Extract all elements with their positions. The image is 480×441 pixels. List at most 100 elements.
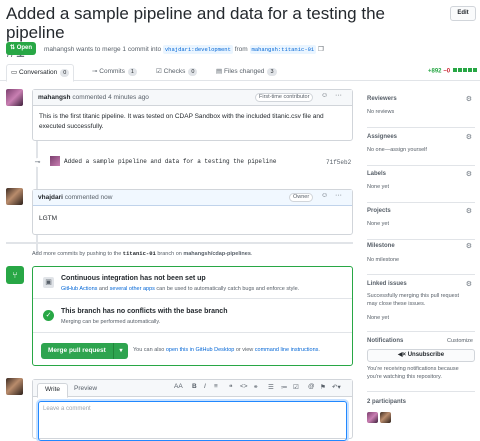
linked-line2: may close these issues. <box>367 301 426 307</box>
milestone-value: No milestone <box>367 257 400 263</box>
reviewers-title[interactable]: Reviewers <box>367 96 397 102</box>
tab-files-label: Files changed <box>223 68 265 75</box>
commit-node-icon: ⊸ <box>33 158 42 167</box>
timeline-divider <box>6 242 353 244</box>
conflict-title: This branch has no conflicts with the ba… <box>61 308 228 315</box>
hint-suffix: . <box>318 347 320 353</box>
sidebar-assignees: Assignees ⚙ No one—assign yourself <box>367 134 475 166</box>
gear-icon[interactable]: ⚙ <box>466 95 472 103</box>
comment-time[interactable]: commented 4 minutes ago <box>72 94 149 101</box>
avatar[interactable] <box>6 188 23 205</box>
push-note: Add more commits by pushing to the titan… <box>32 250 252 257</box>
more-options-icon[interactable]: ··· <box>335 192 342 199</box>
head-branch[interactable]: mahangsh:titanic-01 <box>249 45 317 54</box>
reference-icon[interactable]: ⚑ <box>320 383 326 391</box>
gear-icon[interactable]: ⚙ <box>466 280 472 288</box>
link-icon[interactable]: ⚭ <box>253 383 258 391</box>
sidebar-notifications: You're receiving notifications because y… <box>367 364 475 392</box>
projects-value: None yet <box>367 221 390 227</box>
notifications-title: Notifications <box>367 338 404 344</box>
commit-avatar[interactable] <box>50 156 60 166</box>
participant-avatar[interactable] <box>380 412 391 423</box>
gear-icon[interactable]: ⚙ <box>466 133 472 141</box>
code-icon[interactable]: <> <box>240 383 248 390</box>
avatar[interactable] <box>6 89 23 106</box>
mention-icon[interactable]: @ <box>308 383 315 390</box>
bold-icon[interactable]: B <box>192 383 197 390</box>
unordered-list-icon[interactable]: ☰ <box>268 383 274 391</box>
milestone-title[interactable]: Milestone <box>367 243 395 249</box>
other-apps-link[interactable]: several other apps <box>110 286 155 292</box>
checks-icon: ☑ <box>156 68 164 75</box>
ci-sub-text: can be used to automatically catch bugs … <box>156 286 300 292</box>
tab-commits-label: Commits <box>99 68 125 75</box>
command-line-link[interactable]: command line instructions <box>255 347 319 353</box>
tab-files-changed[interactable]: ▤ Files changed 3 <box>216 64 277 82</box>
assignees-value[interactable]: No one—assign yourself <box>367 147 427 153</box>
linked-line1: Successfully merging this pull request <box>367 293 460 299</box>
tab-commits-count: 1 <box>127 68 137 76</box>
merge-dropdown-icon[interactable]: ▾ <box>113 343 128 359</box>
add-reaction-icon[interactable]: ☺ <box>321 192 328 199</box>
more-options-icon[interactable]: ··· <box>335 92 342 99</box>
tab-write[interactable]: Write <box>37 383 69 398</box>
gear-icon[interactable]: ⚙ <box>466 242 472 250</box>
tab-conversation-count: 0 <box>60 69 70 77</box>
assignees-title[interactable]: Assignees <box>367 134 397 140</box>
unsubscribe-button[interactable]: ◀× Unsubscribe <box>367 349 475 362</box>
reply-icon[interactable]: ↶▾ <box>332 383 341 391</box>
notif-line1: You're receiving notifications because <box>367 366 459 372</box>
participant-avatar[interactable] <box>367 412 378 423</box>
unsubscribe-label: Unsubscribe <box>407 352 445 358</box>
labels-title[interactable]: Labels <box>367 171 386 177</box>
tab-checks-count: 0 <box>188 68 198 76</box>
push-branch: titanic-01 <box>122 250 156 257</box>
add-reaction-icon[interactable]: ☺ <box>321 92 328 99</box>
edit-button[interactable]: Edit <box>450 6 476 21</box>
pr-tabs: ▭ Conversation 0 ⊸ Commits 1 ☑ Checks 0 ▤ F… <box>0 64 480 82</box>
ci-title: Continuous integration has not been set … <box>61 275 206 282</box>
projects-title[interactable]: Projects <box>367 208 391 214</box>
open-desktop-link[interactable]: open this in GitHub Desktop <box>166 347 234 353</box>
gear-icon[interactable]: ⚙ <box>466 207 472 215</box>
sidebar-participants: 2 participants <box>367 399 475 429</box>
task-list-icon[interactable]: ☑ <box>293 383 299 391</box>
heading-icon[interactable]: AA <box>174 383 183 390</box>
customize-link[interactable]: Customize <box>447 338 473 344</box>
sidebar-reviewers: Reviewers ⚙ No reviews <box>367 96 475 128</box>
merge-hint: You can also open this in GitHub Desktop… <box>133 347 320 353</box>
comment-author[interactable]: mahangsh <box>38 94 71 101</box>
ordered-list-icon[interactable]: ≔ <box>281 383 288 391</box>
tab-preview[interactable]: Preview <box>67 383 104 398</box>
gear-icon[interactable]: ⚙ <box>466 170 472 178</box>
comment-textarea[interactable]: Leave a comment <box>38 401 347 441</box>
conversation-icon: ▭ <box>11 69 19 76</box>
tab-files-count: 3 <box>267 68 277 76</box>
italic-icon[interactable]: I <box>204 383 206 390</box>
status-badge: ⇅ Open <box>6 42 37 55</box>
conflict-subtitle: Merging can be performed automatically. <box>61 319 161 325</box>
github-actions-link[interactable]: GitHub Actions <box>61 286 97 292</box>
sidebar-notifications-header: Notifications Customize <box>367 338 475 348</box>
copy-icon[interactable]: ❐ <box>318 46 324 53</box>
tab-conversation[interactable]: ▭ Conversation 0 <box>6 64 75 82</box>
push-repo: mahangsh/cdap-pipelines <box>183 251 251 257</box>
sidebar-projects: Projects ⚙ None yet <box>367 208 475 240</box>
tab-commits[interactable]: ⊸ Commits 1 <box>92 64 137 82</box>
comment-time[interactable]: commented now <box>65 194 113 201</box>
quote-icon[interactable]: ❝ <box>229 383 233 391</box>
hint-prefix: You can also <box>133 347 165 353</box>
comment-body: This is the first titanic pipeline. It w… <box>39 113 324 130</box>
base-branch[interactable]: vhajdari:development <box>162 45 233 54</box>
comment-author[interactable]: vhajdari <box>38 194 63 201</box>
additions: +892 <box>428 68 442 75</box>
tab-checks[interactable]: ☑ Checks 0 <box>156 64 198 82</box>
pr-meta-text: mahangsh wants to merge 1 commit into <box>44 46 162 53</box>
list-icon[interactable]: ≡ <box>214 383 218 390</box>
linked-title[interactable]: Linked issues <box>367 281 407 287</box>
sidebar-linked-issues: Linked issues ⚙ Successfully merging this… <box>367 281 475 332</box>
merge-button[interactable]: Merge pull request ▾ <box>41 343 128 359</box>
avatar[interactable] <box>6 378 23 395</box>
tab-checks-label: Checks <box>163 68 186 75</box>
commit-sha[interactable]: 71f5eb2 <box>326 159 351 166</box>
